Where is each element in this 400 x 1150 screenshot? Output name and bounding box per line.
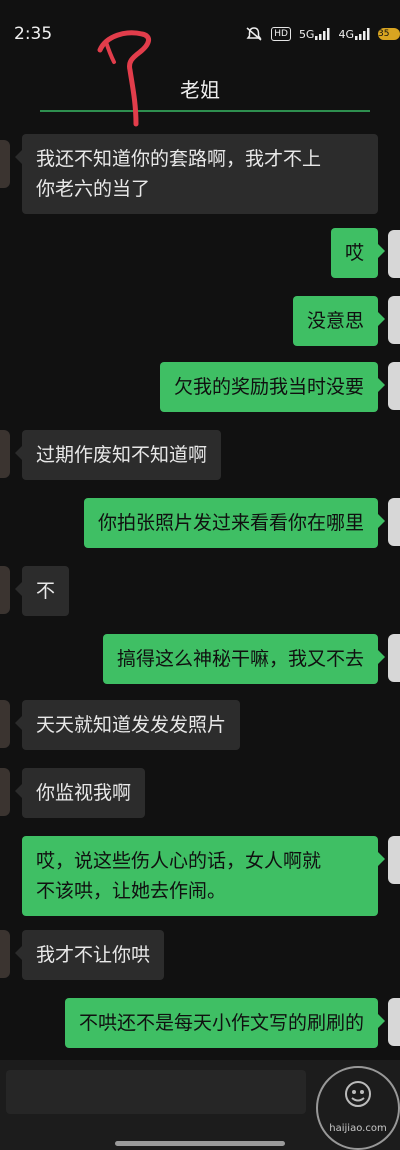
contact-avatar[interactable] (0, 768, 10, 816)
my-avatar[interactable] (388, 836, 400, 884)
message-bubble[interactable]: 你拍张照片发过来看看你在哪里 (83, 498, 386, 548)
watermark-logo: haijiao.com (316, 1066, 400, 1150)
chat-header: 老姐 (0, 70, 400, 112)
message-bubble[interactable]: 欠我的奖励我当时没要 (159, 362, 386, 412)
home-indicator[interactable] (115, 1141, 285, 1146)
contact-name[interactable]: 老姐 (0, 74, 400, 103)
watermark-icon (345, 1081, 371, 1107)
message-bubble[interactable]: 没意思 (292, 296, 386, 346)
message-bubble[interactable]: 我才不让你哄 (14, 930, 165, 980)
my-avatar[interactable] (388, 498, 400, 546)
bell-muted-icon (245, 26, 263, 42)
scribble-annotation (97, 30, 151, 127)
my-avatar[interactable] (388, 634, 400, 682)
contact-avatar[interactable] (0, 930, 10, 978)
signal-5g-icon: 5G (299, 28, 331, 41)
signal-4g-icon: 4G (338, 28, 370, 41)
contact-avatar[interactable] (0, 566, 10, 614)
hd-icon: HD (271, 27, 291, 41)
message-bubble[interactable]: 哎 (330, 228, 386, 278)
battery-icon: 35 (378, 28, 400, 40)
message-bubble[interactable]: 搞得这么神秘干嘛，我又不去 (102, 634, 386, 684)
contact-avatar[interactable] (0, 700, 10, 748)
my-avatar[interactable] (388, 362, 400, 410)
my-avatar[interactable] (388, 296, 400, 344)
message-input[interactable] (6, 1070, 306, 1114)
signal-5g-label: 5G (298, 27, 315, 41)
status-icons: HD 5G 4G 35 (245, 26, 400, 42)
contact-avatar[interactable] (0, 140, 10, 188)
message-bubble[interactable]: 你监视我啊 (14, 768, 146, 818)
message-bubble[interactable]: 哎，说这些伤人心的话，女人啊就 不该哄，让她去作闹。 (22, 836, 385, 916)
message-bubble[interactable]: 我还不知道你的套路啊，我才不上 你老六的当了 (15, 134, 378, 214)
status-time: 2:35 (14, 24, 53, 44)
contact-avatar[interactable] (0, 430, 10, 478)
my-avatar[interactable] (388, 230, 400, 278)
message-bubble[interactable]: 天天就知道发发发照片 (14, 700, 241, 750)
message-bubble[interactable]: 不哄还不是每天小作文写的刷刷的 (64, 998, 386, 1048)
watermark-text: haijiao.com (329, 1123, 387, 1134)
message-bubble[interactable]: 过期作废知不知道啊 (14, 430, 222, 480)
header-divider (40, 110, 370, 112)
signal-4g-label: 4G (338, 27, 354, 41)
status-bar: 2:35 HD 5G 4G 35 (0, 0, 400, 70)
message-bubble[interactable]: 不 (14, 566, 70, 616)
my-avatar[interactable] (388, 998, 400, 1046)
